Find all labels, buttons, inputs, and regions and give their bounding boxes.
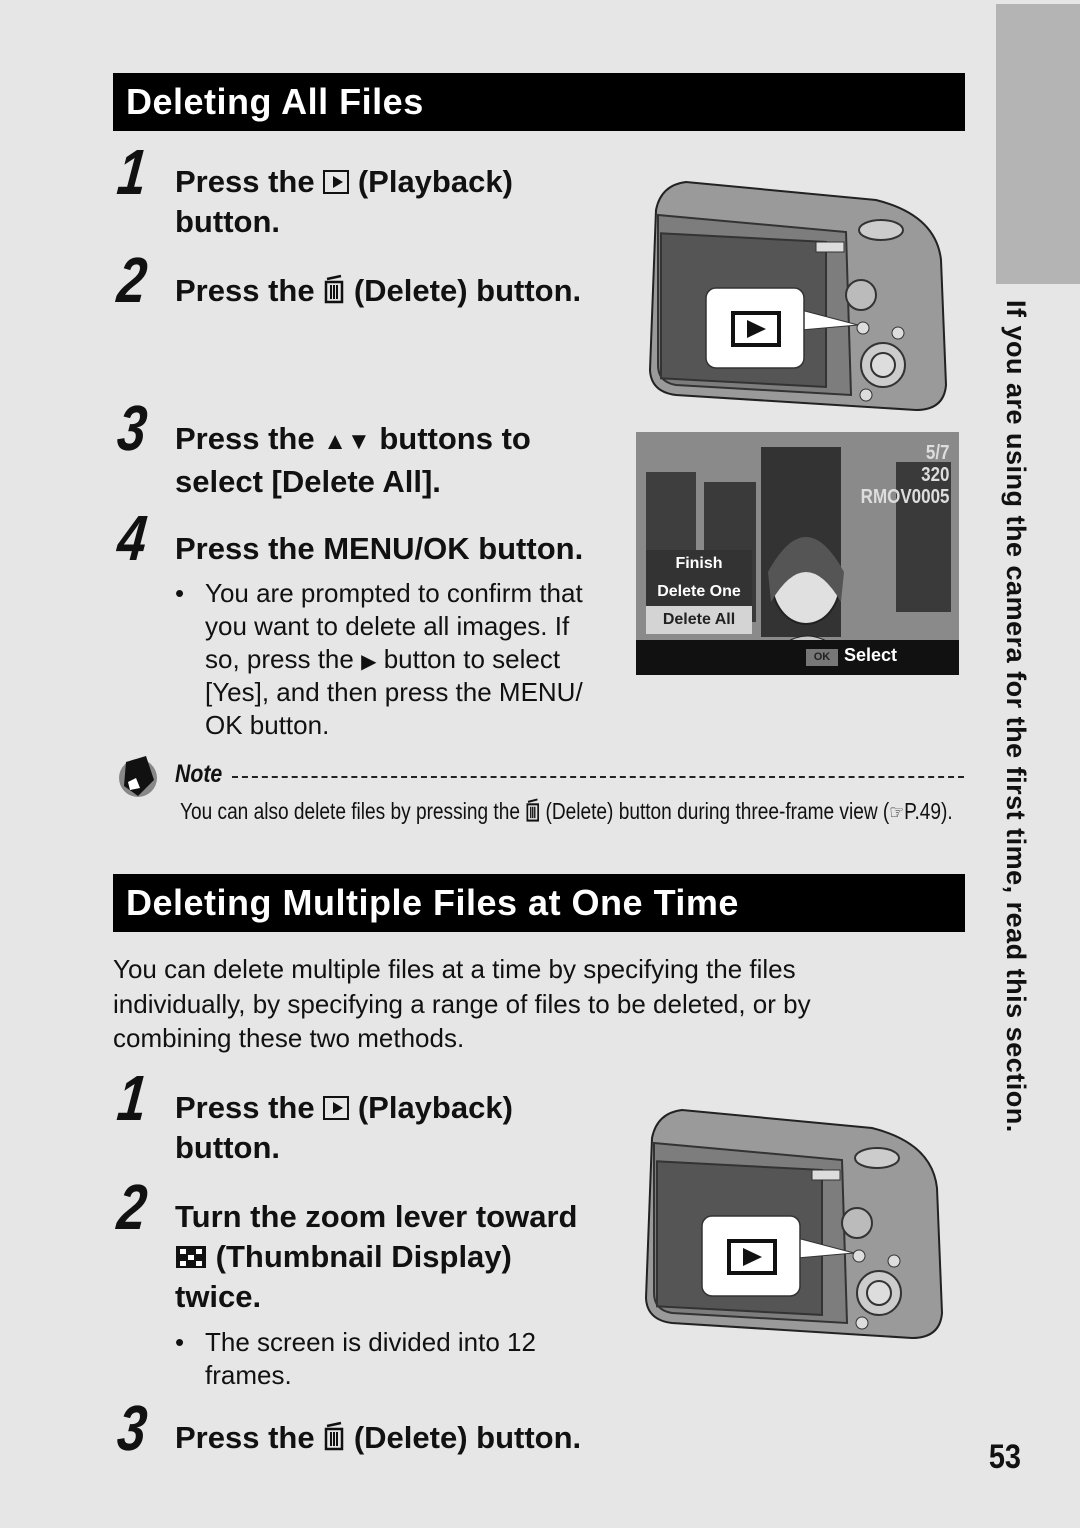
step-number: 1 bbox=[114, 136, 151, 208]
step-number: 2 bbox=[114, 244, 151, 316]
step-text: Press the (Playback) button. bbox=[175, 1090, 513, 1165]
step-number: 3 bbox=[114, 392, 151, 464]
note-divider bbox=[232, 776, 964, 778]
step-number: 1 bbox=[114, 1062, 151, 1134]
delete-icon bbox=[526, 798, 539, 822]
chapter-tab-block bbox=[996, 4, 1080, 284]
playback-icon bbox=[323, 170, 350, 194]
lcd-menu-item-delete-one: Delete One bbox=[657, 583, 741, 600]
bullet-item: • You are prompted to confirm that you w… bbox=[175, 578, 583, 740]
camera-illustration bbox=[644, 1108, 944, 1340]
delete-icon bbox=[324, 1421, 344, 1451]
delete-icon bbox=[324, 274, 344, 304]
note-label: Note bbox=[175, 760, 223, 788]
chapter-side-label: If you are using the camera for the firs… bbox=[1001, 300, 1031, 1133]
note-text: You can also delete files by pressing th… bbox=[180, 798, 953, 824]
step-number: 2 bbox=[114, 1171, 151, 1243]
page-reference-link[interactable]: P.49). bbox=[904, 798, 952, 824]
section-intro: You can delete multiple files at a time … bbox=[113, 954, 811, 1053]
lcd-bottom-bar: OK Select bbox=[636, 640, 959, 675]
section-title-deleting-all: Deleting All Files bbox=[113, 73, 965, 131]
camera-illustration bbox=[648, 180, 948, 412]
lcd-status: 5/7 320 RMOV0005 bbox=[860, 442, 949, 508]
step-text: Press the ▲▼ buttons to select [Delete A… bbox=[175, 421, 531, 499]
page-number: 53 bbox=[988, 1438, 1021, 1476]
camera-lcd-screenshot: 5/7 320 RMOV0005 Finish Delete One Delet… bbox=[636, 432, 959, 675]
section-title-deleting-multiple: Deleting Multiple Files at One Time bbox=[113, 874, 965, 932]
lcd-menu-item-delete-all: Delete All bbox=[646, 606, 752, 634]
up-down-icon: ▲▼ bbox=[323, 428, 371, 455]
ok-key-icon: OK bbox=[806, 649, 838, 666]
page-reference-icon: ☞ bbox=[889, 802, 905, 824]
right-arrow-icon: ▶ bbox=[361, 651, 377, 673]
step-text: Press the (Delete) button. bbox=[175, 1420, 582, 1455]
playback-icon bbox=[323, 1096, 350, 1120]
step-text: Press the MENU/OK button. bbox=[175, 531, 584, 566]
lcd-menu-item-finish: Finish bbox=[675, 555, 723, 572]
step-number: 3 bbox=[114, 1392, 151, 1464]
thumbnail-display-icon bbox=[176, 1246, 206, 1268]
step-text: Press the (Playback) button. bbox=[175, 164, 513, 239]
step-number: 4 bbox=[114, 502, 151, 574]
lcd-menu: Finish Delete One Delete All bbox=[646, 550, 752, 634]
note-icon bbox=[119, 756, 157, 797]
step-text: Turn the zoom lever toward (Thumbnail Di… bbox=[175, 1199, 578, 1314]
step-text: Press the (Delete) button. bbox=[175, 273, 582, 308]
bullet-item: • The screen is divided into 12 frames. bbox=[175, 1327, 536, 1390]
